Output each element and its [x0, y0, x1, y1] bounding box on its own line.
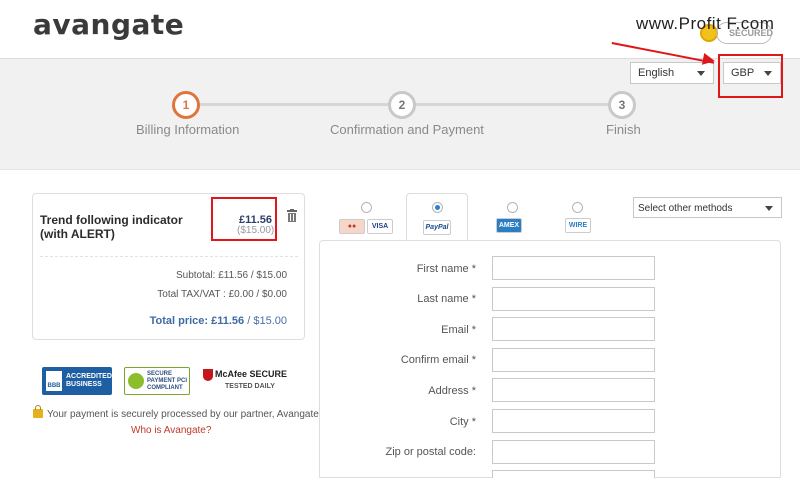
total-gbp: £11.56 — [211, 315, 245, 327]
pci-check-icon — [128, 373, 144, 389]
step-3-label: Finish — [606, 122, 641, 137]
confirm-email-input[interactable] — [492, 348, 655, 372]
page-header: avangate SECURED www.Profit F.com — [0, 0, 800, 58]
pci-compliant-badge[interactable]: SECURE PAYMENT PCI COMPLIANT — [124, 367, 190, 395]
confirm-email-label: Confirm email * — [400, 354, 476, 366]
total-label: Total price: — [149, 315, 209, 327]
price-highlight-box — [211, 197, 277, 241]
first-name-label: First name * — [416, 263, 476, 275]
lock-icon — [33, 405, 43, 418]
wire-icon: WIRE — [565, 218, 591, 233]
other-methods-select[interactable]: Select other methods — [633, 197, 782, 218]
city-input[interactable] — [492, 409, 655, 433]
cart-divider — [40, 256, 298, 257]
mcafee-badge-text: McAfee SECURE — [215, 369, 288, 379]
amex-radio[interactable] — [507, 202, 518, 213]
email-label: Email * — [441, 324, 476, 336]
secure-note-text: Your payment is securely processed by ou… — [47, 409, 322, 420]
step-1-circle: 1 — [172, 91, 200, 119]
mastercard-icon: ●● — [339, 219, 365, 234]
address-input[interactable] — [492, 378, 655, 402]
currency-highlight-box — [718, 54, 783, 98]
paypal-radio[interactable] — [432, 202, 443, 213]
bbb-logo-icon: BBB — [46, 371, 62, 391]
chevron-down-icon — [697, 71, 705, 76]
other-methods-value: Select other methods — [638, 203, 733, 214]
annotation-arrow-head — [701, 52, 717, 68]
step-3-circle: 3 — [608, 91, 636, 119]
avangate-logo[interactable]: avangate — [33, 8, 184, 41]
wire-radio[interactable] — [572, 202, 583, 213]
mcafee-secure-badge[interactable]: McAfee SECURE TESTED DAILY — [201, 367, 291, 393]
language-select[interactable]: English — [630, 62, 714, 84]
last-name-label: Last name * — [417, 293, 476, 305]
step-1-label: Billing Information — [136, 122, 240, 137]
email-input[interactable] — [492, 317, 655, 341]
payment-method-card[interactable]: ●● VISA — [335, 197, 395, 241]
visa-icon: VISA — [367, 219, 393, 234]
cart-subtotal: Subtotal: £11.56 / $15.00 — [175, 270, 287, 281]
country-select[interactable] — [492, 470, 655, 478]
pci-badge-text: SECURE PAYMENT PCI COMPLIANT — [147, 371, 188, 391]
last-name-input[interactable] — [492, 287, 655, 311]
mcafee-shield-icon — [203, 369, 213, 381]
zip-label: Zip or postal code: — [385, 446, 477, 458]
step-2-circle: 2 — [388, 91, 416, 119]
product-name: Trend following indicator (with ALERT) — [40, 213, 183, 241]
trash-icon[interactable] — [286, 209, 298, 222]
card-radio[interactable] — [361, 202, 372, 213]
payment-method-paypal[interactable]: PayPal — [406, 193, 468, 241]
bbb-accredited-badge[interactable]: BBB ACCREDITED BUSINESS — [42, 367, 112, 395]
language-select-value: English — [638, 67, 675, 79]
bbb-badge-text: ACCREDITED BUSINESS — [66, 373, 112, 388]
payment-method-amex[interactable]: AMEX — [492, 197, 552, 241]
cart-tax: Total TAX/VAT : £0.00 / $0.00 — [157, 289, 287, 300]
zip-input[interactable] — [492, 440, 655, 464]
total-usd: / $15.00 — [247, 315, 287, 327]
amex-icon: AMEX — [496, 218, 522, 233]
paypal-icon: PayPal — [423, 220, 451, 235]
who-is-avangate-link[interactable]: Who is Avangate? — [131, 425, 211, 436]
step-2-label: Confirmation and Payment — [330, 122, 484, 137]
payment-method-wire[interactable]: WIRE — [564, 197, 624, 241]
address-label: Address * — [428, 385, 476, 397]
city-label: City * — [449, 416, 476, 428]
watermark-text: www.Profit F.com — [636, 14, 775, 33]
cart-total: Total price: £11.56 / $15.00 — [150, 315, 287, 327]
first-name-input[interactable] — [492, 256, 655, 280]
mcafee-badge-subtext: TESTED DAILY — [225, 383, 275, 390]
secure-payment-note: Your payment is securely processed by ou… — [33, 405, 322, 420]
chevron-down-icon — [765, 206, 773, 211]
